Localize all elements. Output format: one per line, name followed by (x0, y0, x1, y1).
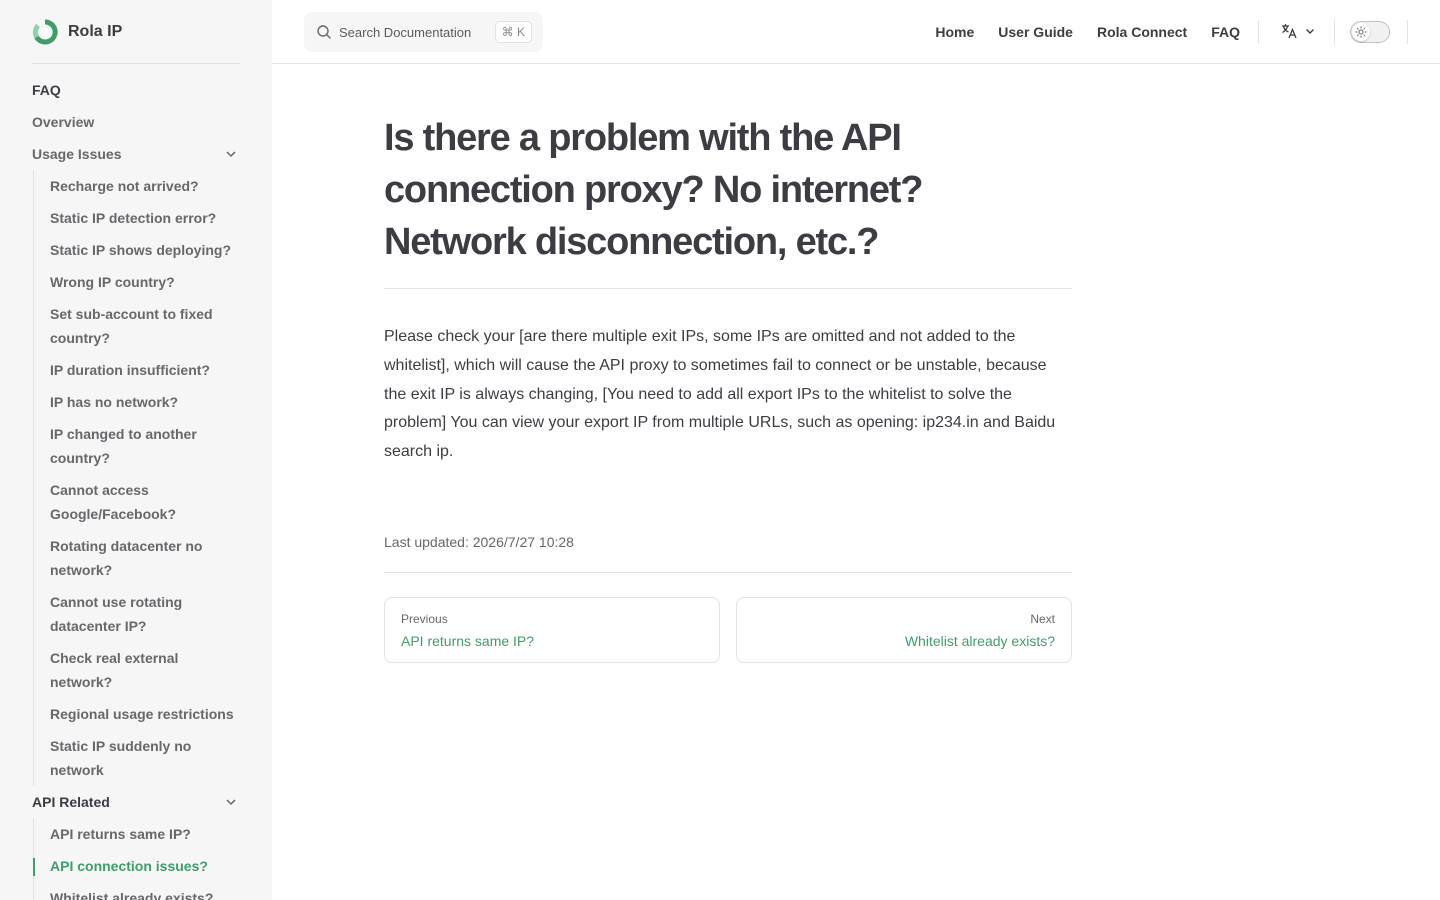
nav-link-user-guide[interactable]: User Guide (998, 24, 1073, 40)
sidebar-item[interactable]: Recharge not arrived? (34, 170, 240, 202)
sidebar-item[interactable]: Set sub-account to fixed country? (34, 298, 240, 354)
previous-page-link[interactable]: Previous API returns same IP? (384, 596, 720, 663)
sidebar-group-label: API Related (32, 794, 110, 810)
sidebar-item[interactable]: Cannot use rotating datacenter IP? (34, 586, 240, 642)
sidebar-item-overview[interactable]: Overview (32, 106, 240, 138)
sidebar-item[interactable]: Rotating datacenter no network? (34, 530, 240, 586)
pager-label: Previous (401, 611, 448, 626)
theme-toggle[interactable] (1350, 21, 1390, 43)
sidebar-item[interactable]: Static IP suddenly no network (34, 730, 240, 786)
last-updated: Last updated: 2026/7/27 10:28 (384, 534, 1072, 573)
sun-icon (1355, 26, 1367, 38)
sidebar-group-usage-issues[interactable]: Usage Issues (32, 138, 240, 170)
sidebar-item[interactable]: Check real external network? (34, 642, 240, 698)
sidebar-item[interactable]: Cannot access Google/Facebook? (34, 474, 240, 530)
chevron-down-icon[interactable] (224, 795, 238, 809)
top-bar: Search Documentation ⌘ K Home User Guide… (272, 0, 1440, 64)
brand-name: Rola IP (68, 23, 123, 40)
divider (1334, 20, 1335, 44)
language-switcher[interactable] (1280, 22, 1316, 40)
sidebar-item[interactable]: IP duration insufficient? (34, 354, 240, 386)
sidebar-item[interactable]: API returns same IP? (34, 818, 240, 850)
toggle-knob (1352, 23, 1370, 41)
divider (1258, 20, 1259, 44)
nav-link-home[interactable]: Home (935, 24, 974, 40)
translate-icon (1282, 24, 1297, 39)
next-page-link[interactable]: Next Whitelist already exists? (736, 596, 1072, 663)
sidebar-group-api-related[interactable]: API Related (32, 786, 240, 818)
search-placeholder: Search Documentation (339, 24, 472, 40)
sidebar-heading: FAQ (32, 82, 61, 98)
pager-label: Next (1030, 611, 1055, 626)
sidebar: Rola IP FAQ Overview Usage Issues Rechar… (0, 0, 272, 900)
sidebar-subnav-api: API returns same IP? API connection issu… (33, 818, 240, 900)
nav-link-faq[interactable]: FAQ (1211, 24, 1240, 40)
search-button[interactable]: Search Documentation ⌘ K (304, 12, 543, 52)
chevron-down-icon[interactable] (224, 147, 238, 161)
sidebar-item[interactable]: IP has no network? (34, 386, 240, 418)
divider (32, 63, 240, 64)
rola-logo-icon (32, 19, 58, 45)
divider (1407, 20, 1408, 44)
pager-title: API returns same IP? (401, 632, 535, 649)
sidebar-group-label: Usage Issues (32, 146, 122, 162)
search-icon (317, 25, 331, 39)
sidebar-nav: FAQ Overview Usage Issues Recharge not a… (32, 74, 240, 900)
chevron-down-icon (1306, 29, 1314, 34)
sidebar-item-active[interactable]: API connection issues? (33, 850, 240, 882)
page-title: Is there a problem with the API connecti… (384, 112, 1072, 289)
sidebar-item[interactable]: IP changed to another country? (34, 418, 240, 474)
nav-link-rola-connect[interactable]: Rola Connect (1097, 24, 1187, 40)
sidebar-item[interactable]: Regional usage restrictions (34, 698, 240, 730)
top-nav: Home User Guide Rola Connect FAQ (911, 0, 1240, 64)
brand[interactable]: Rola IP (32, 18, 122, 46)
doc-pager: Previous API returns same IP? Next White… (384, 596, 1072, 663)
sidebar-subnav-usage: Recharge not arrived? Static IP detectio… (33, 170, 240, 786)
sidebar-item[interactable]: Wrong IP country? (34, 266, 240, 298)
sidebar-item[interactable]: Whitelist already exists? (34, 882, 240, 900)
sidebar-item[interactable]: Static IP detection error? (34, 202, 240, 234)
sidebar-item[interactable]: Static IP shows deploying? (34, 234, 240, 266)
article-body: Please check your [are there multiple ex… (384, 328, 1056, 461)
search-shortcut: ⌘ K (494, 21, 532, 43)
pager-title: Whitelist already exists? (904, 632, 1055, 649)
doc-content: Is there a problem with the API connecti… (384, 112, 1072, 663)
